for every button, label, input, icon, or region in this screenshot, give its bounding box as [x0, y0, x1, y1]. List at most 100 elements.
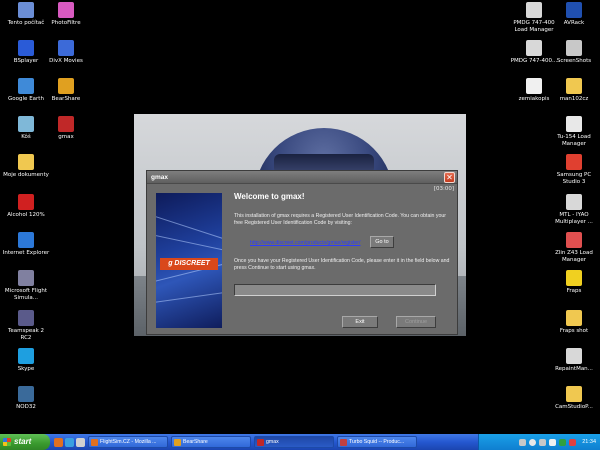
gmax-banner-image: g DISCREET — [156, 193, 222, 328]
desktop-icon-label: Tu-154 Load Manager — [557, 134, 591, 147]
desktop-icon[interactable]: AVRack — [550, 2, 598, 27]
taskbar-button-label: FlightSim.CZ - Mozilla ... — [100, 439, 157, 445]
dialog-titlebar[interactable]: gmax — [147, 171, 457, 184]
desktop-icon-label: Microsoft Flight Simula... — [4, 288, 48, 301]
gmax-icon — [58, 116, 74, 132]
desktop-icon[interactable]: Teamspeak 2 RC2 — [2, 310, 50, 341]
folder-icon — [18, 154, 34, 170]
desktop-icon[interactable]: gmax — [42, 116, 90, 141]
start-button[interactable]: start — [0, 434, 50, 450]
instructions-text: Once you have your Registered User Ident… — [234, 258, 450, 271]
goto-button[interactable]: Go to — [370, 236, 394, 248]
media-next-icon[interactable] — [539, 438, 547, 446]
media-prev-icon[interactable] — [519, 438, 527, 446]
desktop-icon-label: Samsung PC Studio 3 — [556, 172, 592, 185]
system-tray: 21:34 — [478, 434, 600, 450]
desktop-icon-label: Skype — [17, 366, 35, 372]
internet-explorer-icon[interactable] — [65, 437, 74, 447]
desktop-icon[interactable]: Alcohol 120% — [2, 194, 50, 219]
desktop-icon[interactable]: CamStudioP... — [550, 386, 598, 411]
gmax-logo: g DISCREET — [160, 258, 218, 270]
avrack-icon — [566, 2, 582, 18]
close-button[interactable]: ✕ — [444, 172, 455, 183]
photofiltre-icon — [58, 2, 74, 18]
desktop-icon[interactable]: RepaintMan... — [550, 348, 598, 373]
banner-streak — [156, 233, 222, 253]
folder-icon — [566, 78, 582, 94]
pmdg-icon — [526, 2, 542, 18]
camera-icon — [566, 40, 582, 56]
desktop-icon-label: MTL - IYAO Multiplayer ... — [555, 212, 593, 225]
user-id-code-field[interactable] — [234, 284, 436, 296]
bearshare-icon — [58, 78, 74, 94]
desktop-icon[interactable]: Fraps — [550, 270, 598, 295]
desktop-icon[interactable]: ScreenShots — [550, 40, 598, 65]
desktop-icon-label: AVRack — [563, 20, 585, 26]
desktop-icon[interactable]: BearShare — [42, 78, 90, 103]
desktop-icon[interactable]: Moje dokumenty — [2, 154, 50, 179]
network-icon[interactable] — [559, 438, 567, 446]
desktop-icon[interactable]: man102cz — [550, 78, 598, 103]
volume-icon[interactable] — [549, 438, 557, 446]
desktop-icon-label: BearShare — [51, 96, 81, 102]
continue-button[interactable]: Continue — [396, 316, 436, 328]
taskbar-app-icon — [174, 439, 181, 446]
folder-icon — [566, 386, 582, 402]
desktop-icon[interactable]: Tu-154 Load Manager — [550, 116, 598, 147]
windows-flag-icon — [3, 438, 11, 446]
desktop-icon[interactable]: DivX Movies — [42, 40, 90, 65]
taskbar-app-icon — [91, 439, 98, 446]
zlin-icon — [566, 232, 582, 248]
skype-icon — [18, 348, 34, 364]
desktop-icon-label: Fraps — [566, 288, 582, 294]
taskbar-button[interactable]: gmax — [254, 436, 334, 448]
divx-icon — [58, 40, 74, 56]
firefox-icon[interactable] — [54, 437, 63, 447]
desktop-icon[interactable]: Fraps shot — [550, 310, 598, 335]
text-file-icon — [526, 78, 542, 94]
desktop-icon[interactable]: NOD32 — [2, 386, 50, 411]
intro-text: This installation of gmax requires a Reg… — [234, 213, 446, 226]
taskbar-app-icon — [257, 439, 264, 446]
dialog-title: gmax — [151, 173, 168, 181]
show-desktop-icon[interactable] — [76, 437, 85, 447]
desktop-icon-label: Alcohol 120% — [7, 212, 45, 218]
flight-sim-icon — [18, 270, 34, 286]
desktop-icon-label: CamStudioP... — [555, 404, 593, 410]
desktop-icon-label: PhotoFiltre — [51, 20, 81, 26]
desktop-icon[interactable]: Zlin Z43 Load Manager — [550, 232, 598, 263]
media-play-icon[interactable] — [529, 438, 537, 446]
exit-button[interactable]: Exit — [342, 316, 378, 328]
desktop-icon-label: man102cz — [559, 96, 589, 102]
mtl-icon — [566, 194, 582, 210]
desktop-icon-label: ScreenShots — [556, 58, 592, 64]
folder-icon — [566, 310, 582, 326]
desktop-icon[interactable]: PhotoFiltre — [42, 2, 90, 27]
desktop-icon-label: Zlin Z43 Load Manager — [555, 250, 593, 263]
taskbar-button[interactable]: Turbo Squid -- Produc... — [337, 436, 417, 448]
taskbar-button[interactable]: FlightSim.CZ - Mozilla ... — [88, 436, 168, 448]
desktop-icon-label: Teamspeak 2 RC2 — [7, 328, 45, 341]
fraps-icon — [566, 270, 582, 286]
alcohol-icon — [18, 194, 34, 210]
taskbar: start FlightSim.CZ - Mozilla ... BearShar… — [0, 434, 600, 450]
desktop-icon[interactable]: Internet Explorer — [2, 232, 50, 257]
bsplayer-icon — [18, 40, 34, 56]
antivirus-icon[interactable] — [569, 438, 577, 446]
taskbar-app-icon — [340, 439, 347, 446]
taskbar-button-label: gmax — [266, 439, 279, 445]
start-label: start — [14, 437, 32, 446]
taskbar-button-label: Turbo Squid -- Produc... — [349, 439, 405, 445]
desktop-icon-label: Moje dokumenty — [3, 172, 49, 178]
globe-icon — [18, 78, 34, 94]
taskbar-button[interactable]: BearShare — [171, 436, 251, 448]
desktop-icon[interactable]: Microsoft Flight Simula... — [2, 270, 50, 301]
desktop-icon[interactable]: Skype — [2, 348, 50, 373]
desktop-icon[interactable]: Samsung PC Studio 3 — [550, 154, 598, 185]
desktop-icon-label: RepaintMan... — [555, 366, 593, 372]
computer-icon — [18, 2, 34, 18]
countdown-timer: [03:00] — [433, 186, 454, 192]
clock: 21:34 — [582, 439, 596, 445]
register-link[interactable]: http://www.discreet.com/products/gmax/re… — [250, 240, 360, 246]
desktop-icon[interactable]: MTL - IYAO Multiplayer ... — [550, 194, 598, 225]
